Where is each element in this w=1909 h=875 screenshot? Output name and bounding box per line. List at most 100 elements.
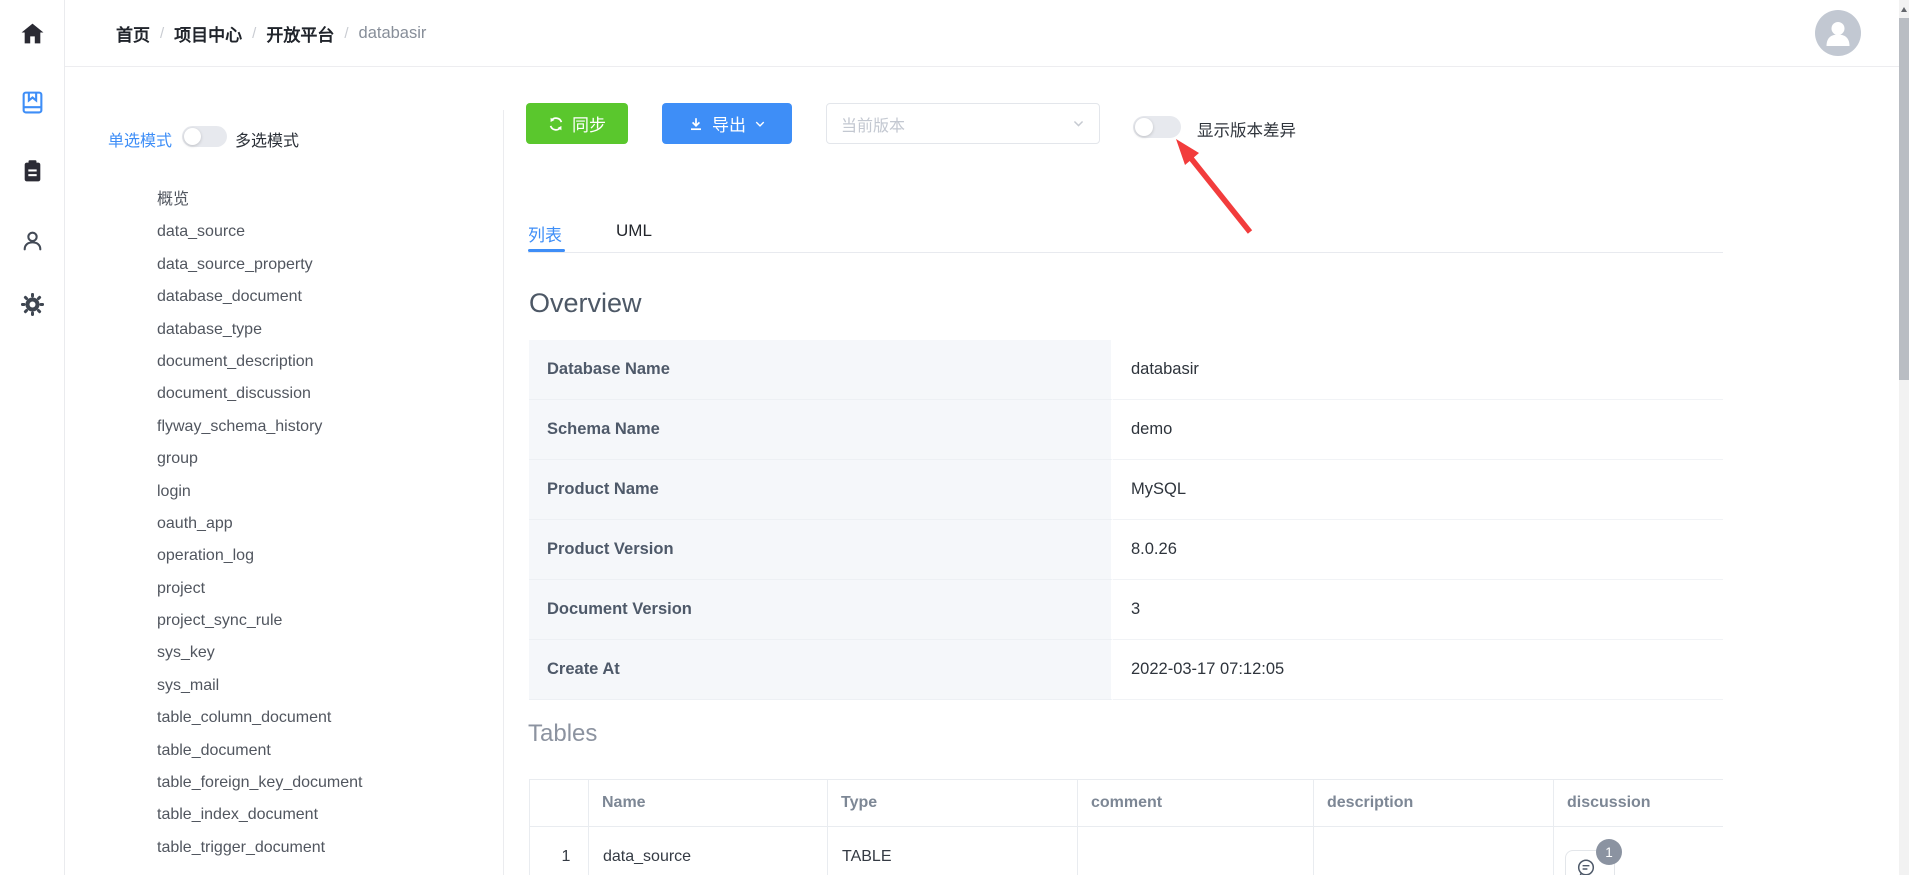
nav-item[interactable]: project_sync_rule [157,605,497,637]
nav-item[interactable]: document_discussion [157,378,497,410]
row-discussion-cell: 1 [1554,827,1724,875]
col-name: Name [589,780,828,827]
user-icon[interactable] [20,228,45,253]
show-version-diff-toggle[interactable] [1133,116,1181,138]
mode-toggle[interactable] [182,126,227,147]
scrollbar-up-arrow[interactable] [1901,7,1907,12]
row-type: TABLE [828,827,1078,875]
overview-row: Document Version 3 [529,580,1723,640]
overview-title: Overview [529,288,642,319]
nav-item[interactable]: operation_log [157,540,497,572]
overview-row-label: Schema Name [529,400,1113,460]
nav-item[interactable]: data_source [157,216,497,248]
overview-row-label: Product Name [529,460,1113,520]
home-icon[interactable] [20,21,45,46]
tab-list[interactable]: 列表 [528,221,562,246]
breadcrumb-open-platform[interactable]: 开放平台 [266,21,334,46]
nav-item[interactable]: sys_mail [157,670,497,702]
nav-item[interactable]: table_column_document [157,702,497,734]
tables-table: Name Type comment description discussion… [529,779,1723,875]
overview-row-label: Database Name [529,340,1113,400]
col-type: Type [828,780,1078,827]
diff-toggle-knob [1135,118,1153,136]
col-description: description [1314,780,1554,827]
tables-title: Tables [528,720,597,748]
nav-item[interactable]: flyway_schema_history [157,411,497,443]
breadcrumb: 首页 / 项目中心 / 开放平台 / databasir [116,0,426,67]
nav-item[interactable]: table_foreign_key_document [157,767,497,799]
breadcrumb-home[interactable]: 首页 [116,21,150,46]
nav-item[interactable]: oauth_app [157,508,497,540]
breadcrumb-current: databasir [359,24,427,43]
panel-divider [503,110,504,875]
discussion-bubble-icon [1575,857,1597,875]
overview-row-label: Create At [529,640,1113,700]
show-version-diff-label: 显示版本差异 [1197,117,1296,141]
col-discussion: discussion [1554,780,1724,827]
export-button[interactable]: 导出 [662,103,792,144]
overview-row: Schema Name demo [529,400,1723,460]
mode-toggle-knob [184,128,201,145]
nav-item[interactable]: document_description [157,346,497,378]
overview-row: Product Version 8.0.26 [529,520,1723,580]
nav-item[interactable]: table_document [157,735,497,767]
nav-item[interactable]: project [157,573,497,605]
row-comment [1078,827,1314,875]
row-name: data_source [589,827,828,875]
col-comment: comment [1078,780,1314,827]
nav-item[interactable]: sys_key [157,637,497,669]
nav-item[interactable]: database_type [157,314,497,346]
overview-row-value: 8.0.26 [1113,520,1723,580]
scrollbar-thumb[interactable] [1899,18,1909,380]
single-select-mode-label[interactable]: 单选模式 [108,127,172,151]
sync-icon [548,116,564,132]
overview-row-label: Document Version [529,580,1113,640]
book-icon[interactable] [20,90,45,115]
annotation-red-arrow [1160,130,1270,240]
export-button-label: 导出 [712,111,746,136]
nav-item[interactable]: login [157,476,497,508]
tab-uml[interactable]: UML [616,221,652,241]
version-select[interactable]: 当前版本 [826,103,1100,144]
row-description [1314,827,1554,875]
overview-row-value: 3 [1113,580,1723,640]
tab-bar-divider [528,252,1723,253]
icon-rail [0,0,65,875]
avatar[interactable] [1815,10,1861,56]
nav-item[interactable]: group [157,443,497,475]
app-root: 首页 / 项目中心 / 开放平台 / databasir 单选模式 多选模式 概… [0,0,1909,875]
overview-row-value: demo [1113,400,1723,460]
nav-item[interactable]: database_document [157,281,497,313]
overview-row-value: MySQL [1113,460,1723,520]
sync-button[interactable]: 同步 [526,103,628,144]
nav-item[interactable]: table_index_document [157,799,497,831]
chevron-down-icon [1072,117,1085,130]
settings-icon[interactable] [20,292,45,317]
overview-table: Database Name databasir Schema Name demo… [529,340,1723,700]
overview-row: Database Name databasir [529,340,1723,400]
overview-row: Create At 2022-03-17 07:12:05 [529,640,1723,700]
nav-item-overview[interactable]: 概览 [157,184,497,216]
discussion-count-badge: 1 [1596,839,1622,865]
tables-table-wrap: Name Type comment description discussion… [529,779,1723,875]
nav-item[interactable]: table_trigger_document [157,832,497,864]
overview-row-value: 2022-03-17 07:12:05 [1113,640,1723,700]
download-icon [688,116,704,132]
table-row: 1 data_source TABLE 1 [530,827,1724,875]
multi-select-mode-label[interactable]: 多选模式 [235,127,299,151]
sync-button-label: 同步 [572,111,606,136]
col-index [530,780,589,827]
breadcrumb-project-center[interactable]: 项目中心 [174,21,242,46]
chevron-down-icon [754,118,766,130]
overview-row: Product Name MySQL [529,460,1723,520]
row-index: 1 [530,827,589,875]
overview-row-value: databasir [1113,340,1723,400]
clipboard-icon[interactable] [20,159,45,184]
avatar-user-icon [1815,10,1861,56]
version-select-placeholder: 当前版本 [841,112,1072,136]
nav-item[interactable]: data_source_property [157,249,497,281]
breadcrumb-separator: / [160,25,164,42]
table-nav-list: 概览 data_source data_source_property data… [157,184,497,864]
breadcrumb-separator: / [344,25,348,42]
overview-row-label: Product Version [529,520,1113,580]
